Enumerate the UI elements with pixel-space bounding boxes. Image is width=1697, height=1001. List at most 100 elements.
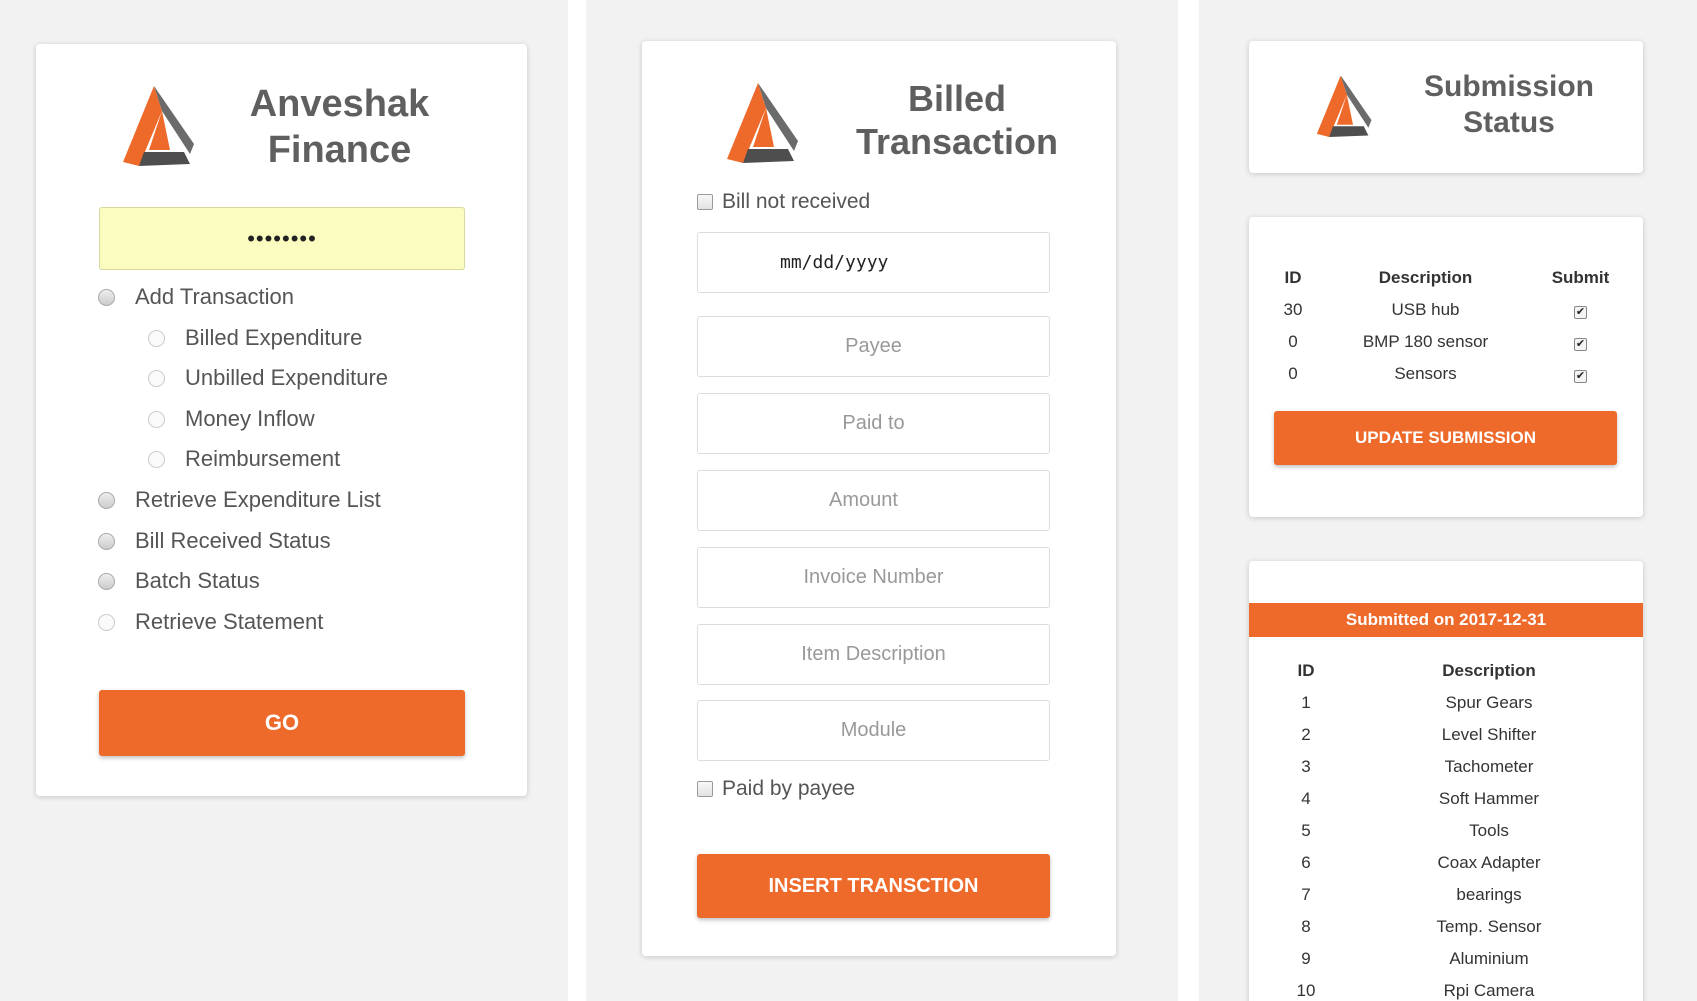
radio-button[interactable] — [98, 288, 115, 306]
bill-not-received-option[interactable]: Bill not received — [697, 188, 870, 216]
option-label: Retrieve Expenditure List — [135, 487, 381, 512]
billed-transaction-card: Billed Transaction Bill not received mm/… — [642, 41, 1116, 956]
item-description-input[interactable]: Item Description — [697, 624, 1050, 685]
paid-to-input[interactable]: Paid to — [697, 393, 1050, 454]
row-description: Tools — [1469, 821, 1509, 840]
option-label: Money Inflow — [185, 406, 315, 431]
go-button[interactable]: GO — [99, 690, 465, 756]
submit-checkbox[interactable]: ✔ — [1574, 306, 1587, 319]
row-description: bearings — [1456, 885, 1522, 904]
app-title: Anveshak Finance — [249, 83, 430, 171]
option-retrieve-expenditure-list[interactable]: Retrieve Expenditure List — [98, 485, 381, 515]
row-description: Soft Hammer — [1438, 789, 1540, 808]
table-row: 8 Temp. Sensor — [1263, 911, 1629, 943]
radio-button[interactable] — [148, 450, 165, 468]
module-input[interactable]: Module — [697, 700, 1050, 761]
row-description: Rpi Camera — [1443, 981, 1535, 1000]
row-description: Coax Adapter — [1437, 853, 1541, 872]
row-id: 3 — [1301, 757, 1311, 776]
anveshak-logo-icon — [1316, 75, 1372, 137]
paid-by-payee-checkbox[interactable] — [697, 781, 713, 797]
checkbox-label: Bill not received — [722, 190, 871, 213]
row-id: 4 — [1301, 789, 1311, 808]
row-description: Sensors — [1394, 364, 1457, 383]
submit-checkbox[interactable]: ✔ — [1574, 338, 1587, 351]
row-id: 2 — [1301, 725, 1311, 744]
billed-transaction-panel: Billed Transaction Bill not received mm/… — [586, 0, 1178, 1001]
row-id: 10 — [1296, 981, 1316, 1000]
id-header: ID — [1297, 661, 1315, 680]
row-description: BMP 180 sensor — [1362, 332, 1489, 351]
submission-status-panel: Submission Status ID Description Submit … — [1199, 0, 1697, 1001]
submitted-date-banner: Submitted on 2017-12-31 — [1249, 603, 1643, 637]
radio-button[interactable] — [148, 410, 165, 428]
option-unbilled-expenditure[interactable]: Unbilled Expenditure — [148, 363, 388, 393]
table-row: 7 bearings — [1263, 879, 1629, 911]
radio-button[interactable] — [148, 329, 165, 347]
row-id: 9 — [1301, 949, 1311, 968]
update-submission-button[interactable]: UPDATE SUBMISSION — [1274, 411, 1617, 465]
row-description: USB hub — [1391, 300, 1460, 319]
status-title: Submission Status — [1423, 70, 1595, 139]
submit-header: Submit — [1551, 268, 1610, 287]
row-description: Aluminium — [1449, 949, 1529, 968]
anveshak-logo-icon — [727, 83, 798, 163]
option-retrieve-statement[interactable]: Retrieve Statement — [98, 607, 323, 637]
table-row: 30 USB hub ✔ — [1263, 294, 1633, 326]
password-input[interactable]: •••••••• — [99, 207, 465, 270]
checkbox-label: Paid by payee — [722, 777, 856, 800]
invoice-number-input[interactable]: Invoice Number — [697, 547, 1050, 608]
option-label: Unbilled Expenditure — [185, 365, 389, 390]
row-description: Temp. Sensor — [1436, 917, 1542, 936]
option-reimbursement[interactable]: Reimbursement — [148, 444, 340, 474]
row-id: 30 — [1283, 300, 1303, 319]
pending-items-table: ID Description Submit 30 USB hub ✔ 0 BMP… — [1263, 262, 1633, 390]
payee-input[interactable]: Payee — [697, 316, 1050, 377]
id-header: ID — [1284, 268, 1302, 287]
submit-checkbox[interactable]: ✔ — [1574, 370, 1587, 383]
date-input[interactable]: mm/dd/yyyy — [697, 232, 1050, 293]
table-row: 0 BMP 180 sensor ✔ — [1263, 326, 1633, 358]
radio-button[interactable] — [98, 572, 115, 590]
row-id: 6 — [1301, 853, 1311, 872]
table-row: 9 Aluminium — [1263, 943, 1629, 975]
row-id: 7 — [1301, 885, 1311, 904]
insert-transaction-button[interactable]: INSERT TRANSCTION — [697, 854, 1050, 918]
table-row: 6 Coax Adapter — [1263, 847, 1629, 879]
option-label: Batch Status — [135, 568, 260, 593]
table-row: 4 Soft Hammer — [1263, 783, 1629, 815]
option-add-transaction[interactable]: Add Transaction — [98, 282, 294, 312]
table-row: 5 Tools — [1263, 815, 1629, 847]
submission-header-card: Submission Status — [1249, 41, 1643, 173]
table-header-row: ID Description Submit — [1263, 262, 1633, 294]
login-panel: Anveshak Finance •••••••• Add Transactio… — [0, 0, 568, 1001]
description-header: Description — [1378, 268, 1473, 287]
option-bill-received-status[interactable]: Bill Received Status — [98, 526, 331, 556]
submitted-items-table: ID Description 1 Spur Gears 2 Level Shifte… — [1263, 655, 1629, 1001]
bill-not-received-checkbox[interactable] — [697, 194, 713, 210]
option-money-inflow[interactable]: Money Inflow — [148, 404, 315, 434]
paid-by-payee-option[interactable]: Paid by payee — [697, 775, 855, 803]
row-id: 1 — [1301, 693, 1311, 712]
description-header: Description — [1442, 661, 1536, 680]
option-label: Bill Received Status — [135, 528, 331, 553]
option-billed-expenditure[interactable]: Billed Expenditure — [148, 323, 362, 353]
table-row: 10 Rpi Camera — [1263, 975, 1629, 1001]
submitted-batch-card: Submitted on 2017-12-31 ID Description 1… — [1249, 561, 1643, 1001]
row-description: Spur Gears — [1445, 693, 1533, 712]
row-id: 0 — [1288, 364, 1298, 383]
row-id: 5 — [1301, 821, 1311, 840]
option-batch-status[interactable]: Batch Status — [98, 566, 260, 596]
radio-button[interactable] — [148, 369, 165, 387]
anveshak-logo-icon — [123, 86, 194, 166]
radio-button[interactable] — [98, 532, 115, 550]
row-description: Tachometer — [1444, 757, 1534, 776]
option-label: Retrieve Statement — [135, 609, 324, 634]
table-row: 2 Level Shifter — [1263, 719, 1629, 751]
radio-button[interactable] — [98, 491, 115, 509]
radio-button[interactable] — [98, 613, 115, 631]
table-header-row: ID Description — [1263, 655, 1629, 687]
amount-input[interactable]: Amount — [697, 470, 1050, 531]
row-description: Level Shifter — [1441, 725, 1537, 744]
table-row: 3 Tachometer — [1263, 751, 1629, 783]
